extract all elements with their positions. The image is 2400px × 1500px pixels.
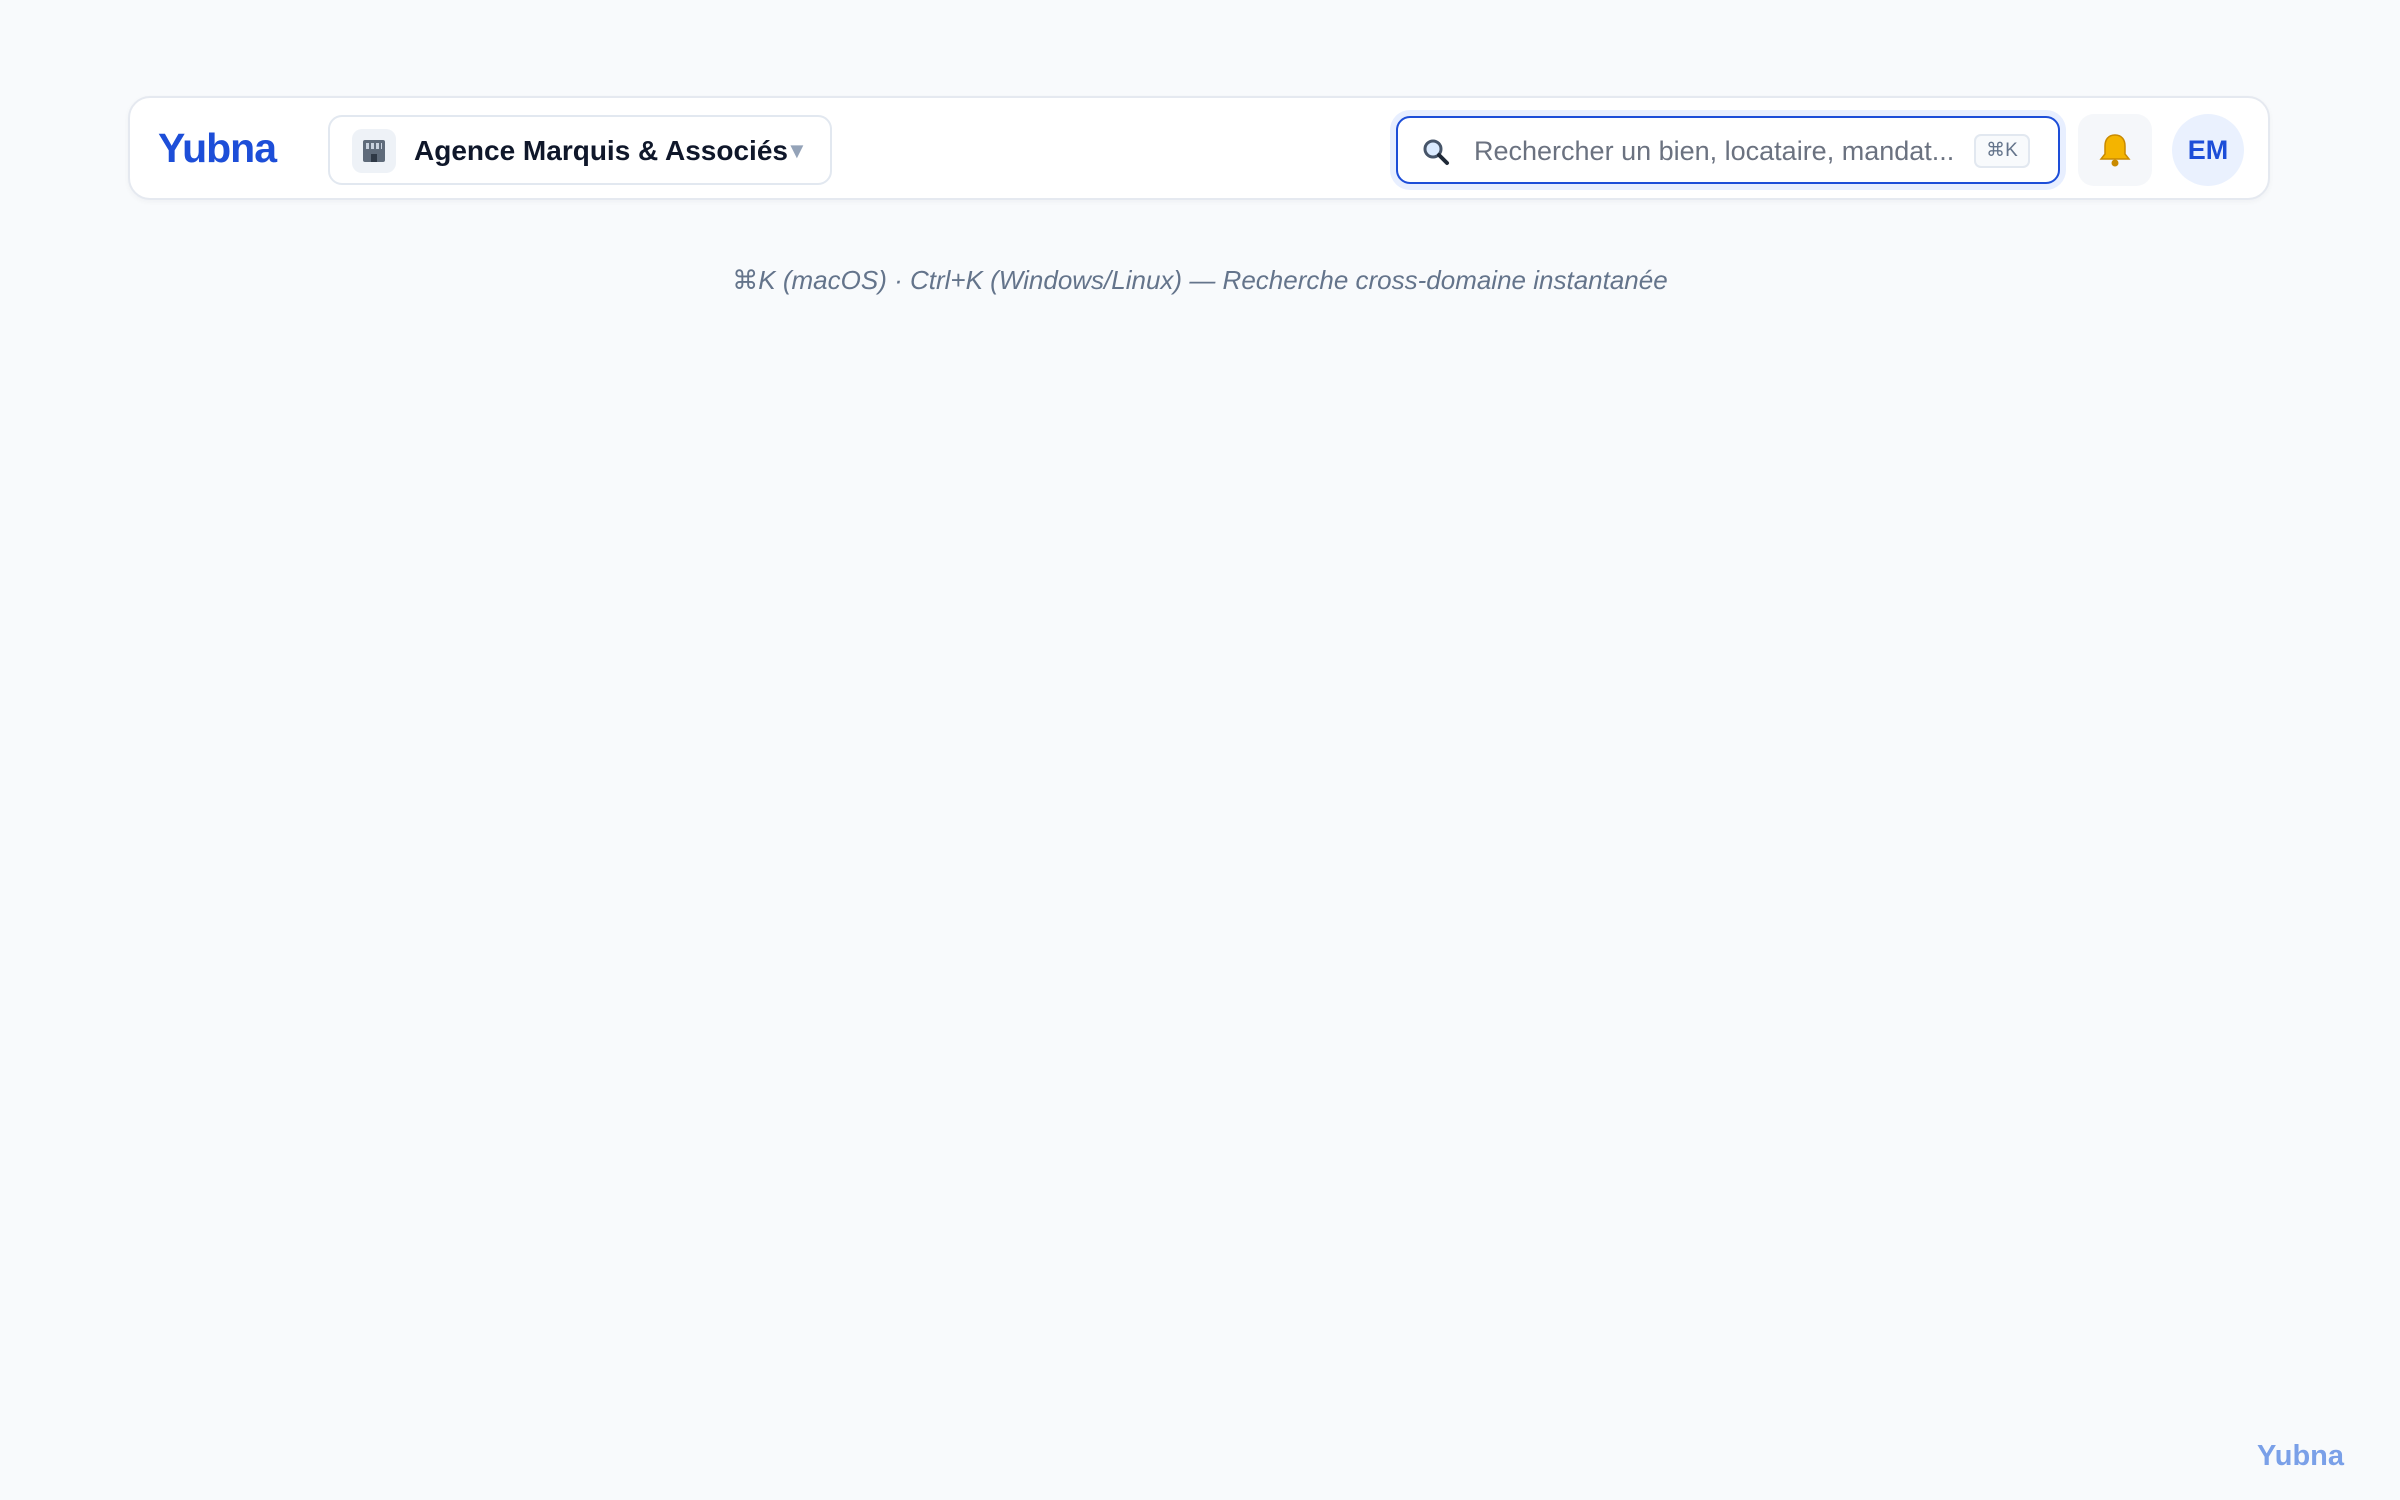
brand-logo[interactable]: Yubna — [158, 124, 277, 172]
organization-switcher[interactable]: Agence Marquis & Associés ▼ — [328, 115, 832, 185]
search-shortcut-badge: ⌘K — [1974, 134, 2030, 168]
top-navigation-bar: Yubna Agence Marquis & Associés ▼ ⌘K — [128, 96, 2270, 200]
global-search-box[interactable]: ⌘K — [1396, 116, 2060, 184]
chevron-down-icon: ▼ — [786, 138, 808, 163]
notifications-button[interactable] — [2078, 114, 2152, 186]
search-icon — [1423, 139, 1449, 165]
user-avatar[interactable]: EM — [2172, 114, 2244, 186]
organization-name: Agence Marquis & Associés — [414, 135, 788, 166]
bell-icon — [2099, 134, 2131, 167]
app-page: Yubna Agence Marquis & Associés ▼ ⌘K — [0, 0, 2400, 1500]
search-input[interactable] — [1474, 128, 1954, 174]
office-building-icon — [352, 129, 396, 173]
search-focus-ring: ⌘K — [1390, 110, 2066, 190]
footer-watermark: Yubna — [2256, 1440, 2344, 1472]
search-shortcut-hint: ⌘K (macOS) · Ctrl+K (Windows/Linux) — Re… — [732, 265, 1668, 295]
